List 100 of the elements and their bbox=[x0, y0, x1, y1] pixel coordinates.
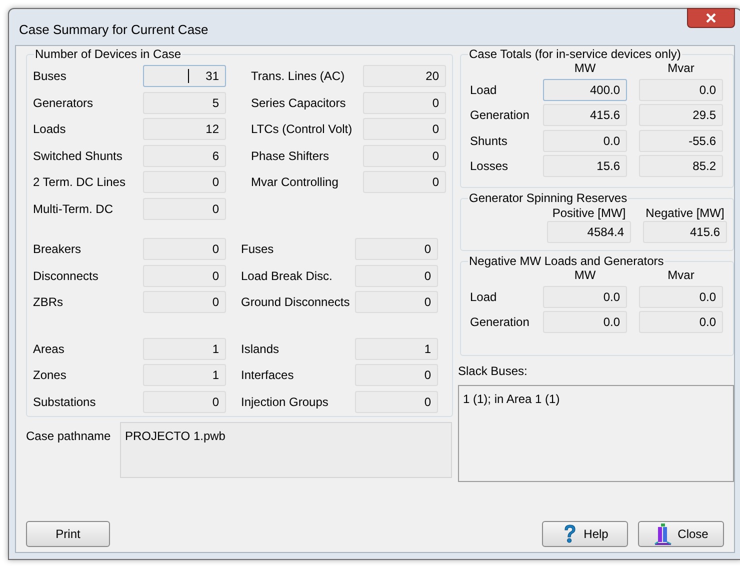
value-field[interactable]: 0 bbox=[143, 238, 226, 260]
value-text: 0.0 bbox=[699, 82, 716, 99]
value-field[interactable]: 20 bbox=[363, 65, 446, 88]
column-header: Negative [MW] bbox=[646, 205, 724, 221]
device-label: Fuses bbox=[241, 241, 275, 258]
device-label: Breakers bbox=[33, 241, 82, 258]
value-field[interactable]: 1 bbox=[355, 338, 438, 360]
door-exit-icon bbox=[654, 523, 672, 545]
row-label: Load bbox=[469, 82, 498, 99]
device-label: Switched Shunts bbox=[33, 148, 124, 165]
device-label: LTCs (Control Volt) bbox=[251, 121, 354, 138]
value-text: 0 bbox=[424, 241, 431, 258]
value-text: 1 bbox=[212, 367, 219, 384]
group-title: Generator Spinning Reserves bbox=[468, 191, 628, 205]
value-text: 0 bbox=[432, 148, 439, 165]
value-text: 12 bbox=[206, 121, 219, 138]
value-text: 0 bbox=[212, 241, 219, 258]
case-pathname-field[interactable]: PROJECTO 1.pwb bbox=[120, 422, 452, 478]
value-field[interactable]: 85.2 bbox=[639, 155, 723, 178]
device-label: Substations bbox=[33, 394, 97, 411]
window-title: Case Summary for Current Case bbox=[19, 21, 208, 39]
value-text: 400.0 bbox=[590, 82, 620, 99]
value-field[interactable]: -55.6 bbox=[639, 130, 723, 152]
value-field[interactable]: 0 bbox=[355, 238, 438, 260]
value-field[interactable]: 0 bbox=[355, 364, 438, 386]
value-text: 6 bbox=[212, 148, 219, 165]
value-field[interactable]: 15.6 bbox=[543, 155, 627, 178]
value-text: 1 bbox=[212, 340, 219, 358]
value-text: 0.0 bbox=[699, 314, 716, 332]
value-field[interactable]: 0.0 bbox=[543, 311, 627, 334]
value-field[interactable]: 0.0 bbox=[639, 286, 723, 308]
device-label: ZBRs bbox=[33, 294, 64, 312]
value-text: 0 bbox=[212, 268, 219, 285]
value-text: 0 bbox=[212, 294, 219, 312]
value-text: 0 bbox=[424, 268, 431, 285]
value-field[interactable]: 0 bbox=[363, 171, 446, 194]
value-text: 5 bbox=[212, 94, 219, 112]
device-label: Interfaces bbox=[241, 367, 295, 384]
value-field[interactable]: 0.0 bbox=[543, 130, 627, 152]
value-text: 0.0 bbox=[603, 288, 620, 306]
value-field[interactable]: 0 bbox=[355, 390, 438, 413]
value-field[interactable]: 0 bbox=[143, 390, 226, 413]
slack-buses-text: 1 (1); in Area 1 (1) bbox=[463, 392, 560, 406]
value-field[interactable]: 0.0 bbox=[639, 78, 723, 101]
column-header: Mvar bbox=[666, 61, 696, 77]
value-field[interactable]: 4584.4 bbox=[547, 221, 631, 243]
slack-buses-label: Slack Buses: bbox=[458, 363, 528, 380]
value-text: 1 bbox=[424, 340, 431, 358]
value-field[interactable]: 0 bbox=[143, 198, 226, 220]
value-field[interactable]: 0 bbox=[143, 264, 226, 287]
device-label: Generators bbox=[33, 94, 94, 112]
value-field[interactable]: 0 bbox=[363, 118, 446, 140]
value-field[interactable]: 0 bbox=[355, 291, 438, 314]
value-field[interactable]: 0 bbox=[143, 171, 226, 194]
value-text: 0 bbox=[432, 94, 439, 112]
close-button[interactable]: Close bbox=[638, 521, 724, 547]
device-label: Injection Groups bbox=[241, 394, 330, 411]
value-field[interactable]: 1 bbox=[143, 364, 226, 386]
value-field[interactable]: 0 bbox=[363, 144, 446, 167]
device-label: Disconnects bbox=[33, 268, 100, 285]
device-label: Phase Shifters bbox=[251, 148, 330, 165]
value-text: 4584.4 bbox=[587, 224, 624, 241]
group-title: Number of Devices in Case bbox=[34, 47, 182, 61]
value-text: 85.2 bbox=[692, 158, 716, 176]
value-field[interactable]: 0 bbox=[355, 264, 438, 287]
value-field[interactable]: 415.6 bbox=[543, 104, 627, 126]
value-text: 20 bbox=[426, 68, 439, 86]
value-text: 0.0 bbox=[603, 314, 620, 332]
device-label: Areas bbox=[33, 340, 66, 358]
value-field[interactable]: 0.0 bbox=[543, 286, 627, 308]
value-text: 0 bbox=[424, 394, 431, 411]
value-text: 0 bbox=[212, 174, 219, 192]
column-header: Mvar bbox=[666, 268, 696, 284]
value-field[interactable]: 12 bbox=[143, 118, 226, 140]
row-label: Load bbox=[469, 288, 498, 306]
value-field[interactable]: 0 bbox=[143, 291, 226, 314]
device-label: Buses bbox=[33, 68, 68, 86]
value-field[interactable]: 31 bbox=[143, 65, 226, 88]
close-button[interactable] bbox=[687, 8, 735, 28]
value-text: -55.6 bbox=[688, 132, 716, 150]
value-text: 415.6 bbox=[690, 224, 720, 241]
value-field[interactable]: 29.5 bbox=[639, 104, 723, 126]
value-field[interactable]: 415.6 bbox=[643, 221, 727, 243]
row-label: Losses bbox=[469, 158, 510, 176]
print-button[interactable]: Print bbox=[26, 521, 110, 547]
value-text: 0 bbox=[432, 121, 439, 138]
device-label: Mvar Controlling bbox=[251, 174, 340, 192]
column-header: MW bbox=[573, 61, 597, 77]
value-field[interactable]: 5 bbox=[143, 92, 226, 114]
value-field[interactable]: 6 bbox=[143, 144, 226, 167]
value-field[interactable]: 400.0 bbox=[543, 78, 627, 101]
row-label: Shunts bbox=[469, 132, 508, 150]
value-text: 0 bbox=[424, 294, 431, 312]
device-label: Load Break Disc. bbox=[241, 268, 334, 285]
value-field[interactable]: 0.0 bbox=[639, 311, 723, 334]
row-label: Generation bbox=[469, 314, 530, 332]
value-field[interactable]: 1 bbox=[143, 338, 226, 360]
value-field[interactable]: 0 bbox=[363, 92, 446, 114]
help-button[interactable]: Help bbox=[542, 521, 628, 547]
device-label: Trans. Lines (AC) bbox=[251, 68, 346, 86]
